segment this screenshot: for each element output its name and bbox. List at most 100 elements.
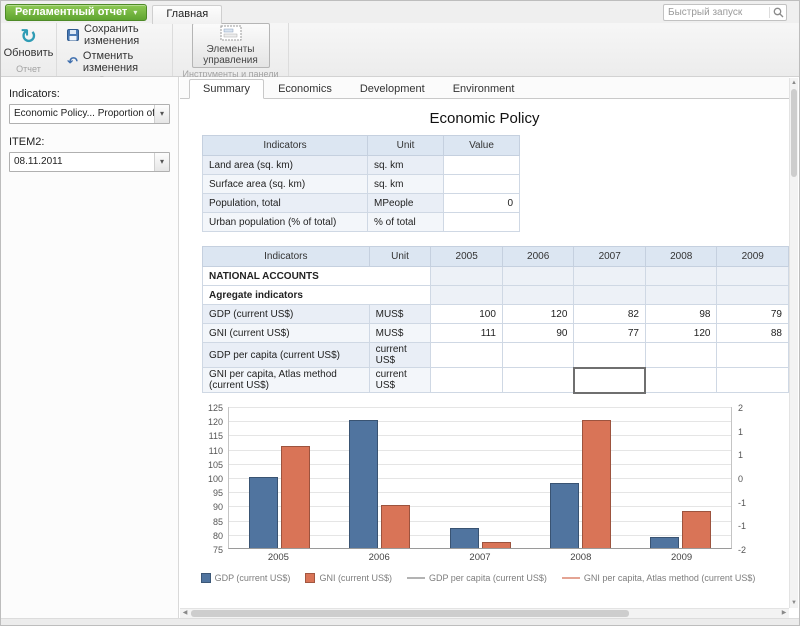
scroll-right-arrow-icon[interactable]: ▶ [779,609,789,618]
horizontal-scroll-thumb[interactable] [191,610,629,617]
legend-swatch [305,573,315,583]
unit-cell: % of total [368,213,444,232]
value-cell[interactable]: 77 [574,324,646,343]
unit-cell: sq. km [368,175,444,194]
column-header: 2009 [717,247,789,267]
value-cell[interactable] [431,267,503,286]
scroll-up-arrow-icon[interactable]: ▲ [790,78,798,88]
value-cell[interactable] [645,368,717,393]
value-cell[interactable] [431,343,503,368]
value-cell[interactable] [502,343,574,368]
ribbon-tab-home[interactable]: Главная [152,5,222,24]
selected-cell[interactable] [574,368,646,393]
axis-label: 2009 [631,549,732,565]
value-cell[interactable] [645,286,717,305]
item2-dropdown[interactable]: 08.11.2011 ▾ [9,152,170,172]
horizontal-scrollbar[interactable]: ◀ ▶ [180,608,789,618]
value-cell[interactable]: 79 [717,305,789,324]
value-cell[interactable]: 100 [431,305,503,324]
value-cell[interactable]: 98 [645,305,717,324]
search-input[interactable] [664,7,769,18]
column-header: Indicators [203,136,368,156]
value-cell[interactable] [717,343,789,368]
value-cell[interactable] [645,343,717,368]
report-content: Economic Policy IndicatorsUnitValue Land… [180,99,789,608]
value-cell[interactable] [444,156,520,175]
value-cell[interactable] [502,368,574,393]
vertical-scroll-thumb[interactable] [791,89,797,177]
value-cell[interactable] [574,267,646,286]
scroll-left-arrow-icon[interactable]: ◀ [180,609,190,618]
x-axis: 20052006200720082009 [228,549,732,565]
vertical-scrollbar[interactable]: ▲ ▼ [789,78,798,608]
group-content: Сохранить изменения ↶ Отменить изменения [57,23,172,74]
column-header: 2007 [574,247,646,267]
tab-environment[interactable]: Environment [439,79,529,99]
app-window: Регламентный отчет ▾ Главная ↻ Обновить [0,0,800,626]
value-cell[interactable] [502,286,574,305]
value-cell[interactable]: 90 [502,324,574,343]
table-row: Surface area (sq. km)sq. km [203,175,520,194]
value-cell[interactable] [444,175,520,194]
ribbon-body: ↻ Обновить Отчет Сохранить изменения ↶ [1,23,799,76]
axis-label: 1 [738,450,743,460]
search-icon[interactable] [770,7,786,18]
legend-label: GDP (current US$) [215,573,291,583]
refresh-button[interactable]: ↻ Обновить [0,25,59,61]
value-cell[interactable] [431,368,503,393]
quick-search-box[interactable] [663,4,787,21]
refresh-label: Обновить [4,47,54,59]
group-content: Элементы управления [173,23,288,68]
value-cell[interactable]: 88 [717,324,789,343]
chevron-down-icon[interactable]: ▾ [154,105,169,123]
ribbon-group-data: Сохранить изменения ↶ Отменить изменения… [57,23,173,76]
table-row: Urban population (% of total)% of total [203,213,520,232]
value-cell[interactable]: 120 [502,305,574,324]
legend-label: GNI per capita, Atlas method (current US… [584,573,756,583]
value-cell[interactable]: 82 [574,305,646,324]
value-cell[interactable] [717,286,789,305]
indicator-cell: Land area (sq. km) [203,156,368,175]
legend-swatch [201,573,211,583]
controls-button[interactable]: Элементы управления [192,23,270,68]
section-cell: Agregate indicators [203,286,431,305]
legend-line [562,577,580,579]
scroll-down-arrow-icon[interactable]: ▼ [790,598,798,608]
chevron-down-icon[interactable]: ▾ [154,153,169,171]
tab-development[interactable]: Development [346,79,439,99]
bar-group [631,407,731,548]
value-cell[interactable]: 0 [444,194,520,213]
value-cell[interactable] [717,368,789,393]
value-cell[interactable] [502,267,574,286]
value-cell[interactable]: 120 [645,324,717,343]
column-header: Indicators [203,247,370,267]
axis-label: 110 [209,446,223,456]
tab-summary[interactable]: Summary [189,79,264,99]
indicator-cell: GDP per capita (current US$) [203,343,370,368]
value-cell[interactable] [717,267,789,286]
axis-label: 80 [213,531,223,541]
bar-gni [381,505,410,548]
value-cell[interactable] [645,267,717,286]
tab-economics[interactable]: Economics [264,79,346,99]
value-cell[interactable] [444,213,520,232]
undo-changes-button[interactable]: ↶ Отменить изменения [64,50,172,74]
column-header: Unit [369,247,431,267]
axis-label: -2 [738,545,746,555]
value-cell[interactable] [574,343,646,368]
value-cell[interactable] [431,286,503,305]
table-row: GDP (current US$)MUS$100120829879 [203,305,789,324]
controls-icon [220,25,242,44]
axis-label: -1 [738,521,746,531]
value-cell[interactable] [574,286,646,305]
table-header-row: IndicatorsUnit20052006200720082009 [203,247,789,267]
bar-group [430,407,530,548]
indicators-dropdown[interactable]: Economic Policy... Proportion of s... (1… [9,104,170,124]
axis-label: 120 [208,417,223,427]
report-menu-button[interactable]: Регламентный отчет ▾ [5,4,147,21]
table-row: GNI per capita, Atlas method (current US… [203,368,789,393]
chevron-down-icon: ▾ [133,8,137,17]
value-cell[interactable]: 111 [431,324,503,343]
ribbon: Регламентный отчет ▾ Главная ↻ Обновить [1,1,799,77]
save-changes-button[interactable]: Сохранить изменения [64,23,172,47]
